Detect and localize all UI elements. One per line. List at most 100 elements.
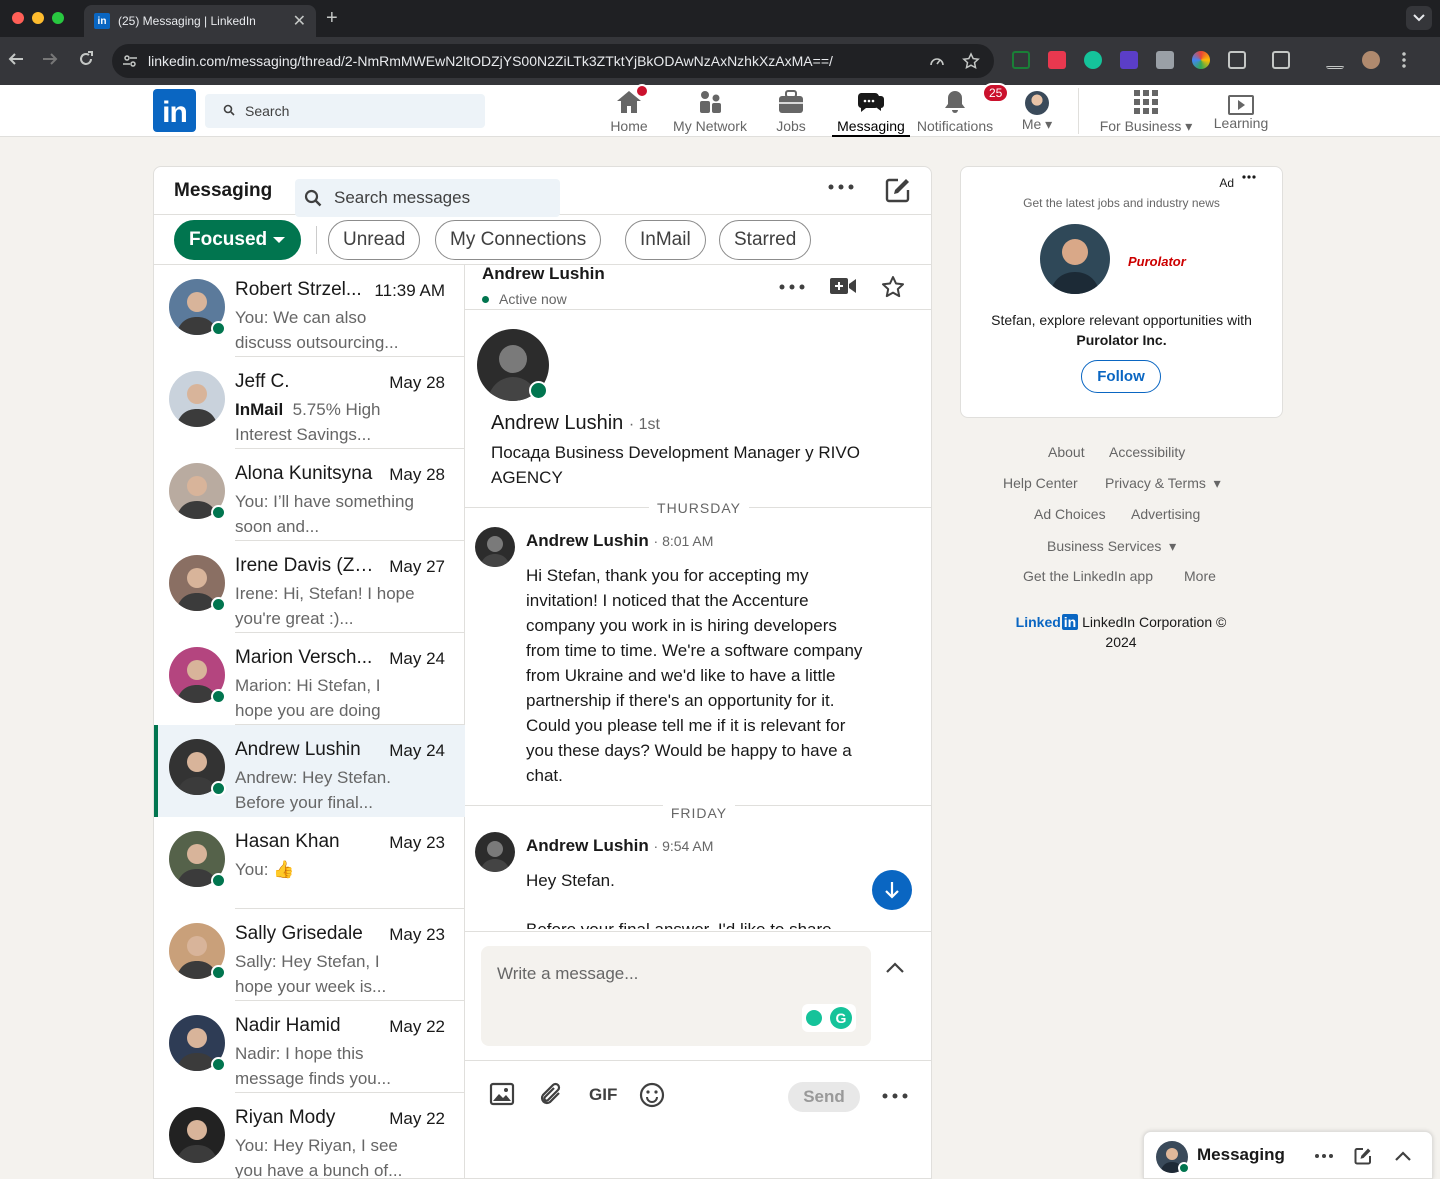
close-tab-icon[interactable]: ✕ [293,11,306,31]
ad-user-avatar [1040,224,1110,294]
performance-icon[interactable] [928,52,946,70]
conversation-item[interactable]: Sally Grisedale May 23 Sally: Hey Stefan, … [154,909,465,1001]
expand-composer-icon[interactable] [885,962,905,974]
conversation-filters: Focused Unread My Connections InMail Sta… [154,215,931,265]
overlay-more-icon[interactable] [1315,1154,1333,1158]
search-messages-input[interactable]: Search messages [295,179,560,217]
notification-dot [635,84,649,98]
footer-more[interactable]: More [1184,568,1216,584]
forward-icon[interactable] [42,51,58,67]
filter-starred[interactable]: Starred [719,220,812,260]
compose-message-icon[interactable] [885,177,911,203]
thread-contact-name[interactable]: Andrew Lushin [482,264,605,284]
attach-file-icon[interactable] [539,1082,565,1108]
more-options-icon[interactable] [827,183,855,191]
thread-more-icon[interactable] [778,283,806,291]
profile-avatar-icon[interactable] [1362,51,1380,69]
extension-icon[interactable] [1156,51,1174,69]
extensions-puzzle-icon[interactable] [1228,51,1246,69]
download-extension-icon[interactable] [1120,51,1138,69]
online-dot [211,505,226,520]
color-extension-icon[interactable] [1192,51,1210,69]
footer-about[interactable]: About [1048,444,1085,460]
conversation-name: Robert Strzel... [235,279,362,300]
conversation-date: May 23 [389,833,445,852]
overlay-expand-icon[interactable] [1394,1150,1412,1162]
conversation-item[interactable]: Marion Versch... May 24 Marion: Hi Stefan,… [154,633,465,725]
profile-name[interactable]: Andrew Lushin · 1st [491,412,660,435]
site-settings-icon[interactable] [122,53,138,69]
conversation-item[interactable]: Robert Strzel... 11:39 AM You: We can also… [154,265,465,357]
overlay-compose-icon[interactable] [1354,1147,1372,1165]
composer-more-icon[interactable] [881,1092,909,1100]
extension-icon[interactable] [1012,51,1030,69]
search-messages-placeholder: Search messages [334,188,471,207]
filter-focused[interactable]: Focused [174,220,302,260]
nav-home[interactable]: Home [606,84,652,137]
conversation-item[interactable]: Irene Davis (Zh... May 27 Irene: Hi, Stefa… [154,541,465,633]
conversation-item[interactable]: Jeff C. May 28 InMail 5.75% High Interest … [154,357,465,449]
media-controls-icon[interactable] [1326,51,1344,69]
footer-help-center[interactable]: Help Center [1003,475,1078,491]
messaging-icon [857,87,885,115]
emoji-icon[interactable] [639,1082,665,1108]
messaging-overlay[interactable]: Messaging [1143,1131,1433,1179]
messaging-title: Messaging [174,180,273,201]
lightbulb-icon [806,1010,822,1026]
footer-business-services[interactable]: Business Services ▾ [1047,538,1176,555]
filter-my-connections[interactable]: My Connections [435,220,602,260]
footer-accessibility[interactable]: Accessibility [1109,444,1185,460]
nav-notifications[interactable]: 25 Notifications [910,83,1010,137]
maximize-window-button[interactable] [52,12,64,24]
footer-advertising[interactable]: Advertising [1131,506,1200,522]
attach-image-icon[interactable] [489,1082,515,1106]
sender-avatar[interactable] [475,832,515,872]
close-window-button[interactable] [12,12,24,24]
conversation-name: Alona Kunitsyna [235,463,373,484]
bookmark-star-icon[interactable] [962,52,980,70]
tab-search-button[interactable] [1406,6,1432,30]
gif-button[interactable]: GIF [589,1085,617,1105]
nav-for-business[interactable]: For Business ▾ [1092,87,1200,137]
nav-me[interactable]: Me ▾ [1014,87,1060,137]
extension-icon[interactable] [1048,51,1066,69]
send-button[interactable]: Send [788,1082,860,1112]
filter-inmail[interactable]: InMail [625,220,706,260]
conversation-item[interactable]: Nadir Hamid May 22 Nadir: I hope this mess… [154,1001,465,1093]
new-tab-button[interactable]: + [326,7,338,30]
video-call-icon[interactable] [829,276,857,296]
conversation-item[interactable]: Riyan Mody May 22 You: Hey Riyan, I see yo… [154,1093,465,1178]
grammarly-widget[interactable]: G [802,1004,856,1032]
conversation-item[interactable]: Hasan Khan May 23 You: 👍 [154,817,465,909]
nav-learning[interactable]: Learning [1208,87,1274,137]
browser-menu-icon[interactable] [1402,51,1406,69]
linkedin-logo-icon[interactable]: in [153,89,196,132]
nav-messaging[interactable]: Messaging [832,87,910,137]
message-input[interactable]: Write a message... G [481,946,871,1046]
day-divider: THURSDAY [465,500,931,516]
reading-mode-icon[interactable] [1272,51,1290,69]
conversation-item[interactable]: Andrew Lushin May 24 Andrew: Hey Stefan. B… [154,725,465,817]
message-composer: Write a message... G GIF Send [465,931,931,1178]
conversation-name: Nadir Hamid [235,1015,341,1036]
conversation-item[interactable]: Alona Kunitsyna May 28 You: I’ll have some… [154,449,465,541]
filter-unread[interactable]: Unread [328,220,421,260]
nav-jobs[interactable]: Jobs [770,87,812,137]
nav-my-network[interactable]: My Network [668,87,752,137]
sender-avatar[interactable] [475,527,515,567]
global-search-input[interactable]: Search [205,94,485,128]
address-bar[interactable]: linkedin.com/messaging/thread/2-NmRmMWEw… [112,44,994,78]
reload-icon[interactable] [78,51,94,67]
footer-ad-choices[interactable]: Ad Choices [1034,506,1106,522]
grammarly-extension-icon[interactable] [1084,51,1102,69]
footer-privacy-terms[interactable]: Privacy & Terms ▾ [1105,475,1221,492]
window-controls[interactable] [12,12,64,24]
browser-tab[interactable]: in (25) Messaging | LinkedIn ✕ [84,5,316,37]
ad-more-icon[interactable] [1242,175,1256,179]
footer-get-app[interactable]: Get the LinkedIn app [1023,568,1153,584]
back-icon[interactable] [8,51,24,67]
scroll-to-bottom-button[interactable] [872,870,912,910]
star-icon[interactable] [881,275,905,299]
minimize-window-button[interactable] [32,12,44,24]
follow-button[interactable]: Follow [1081,360,1161,393]
